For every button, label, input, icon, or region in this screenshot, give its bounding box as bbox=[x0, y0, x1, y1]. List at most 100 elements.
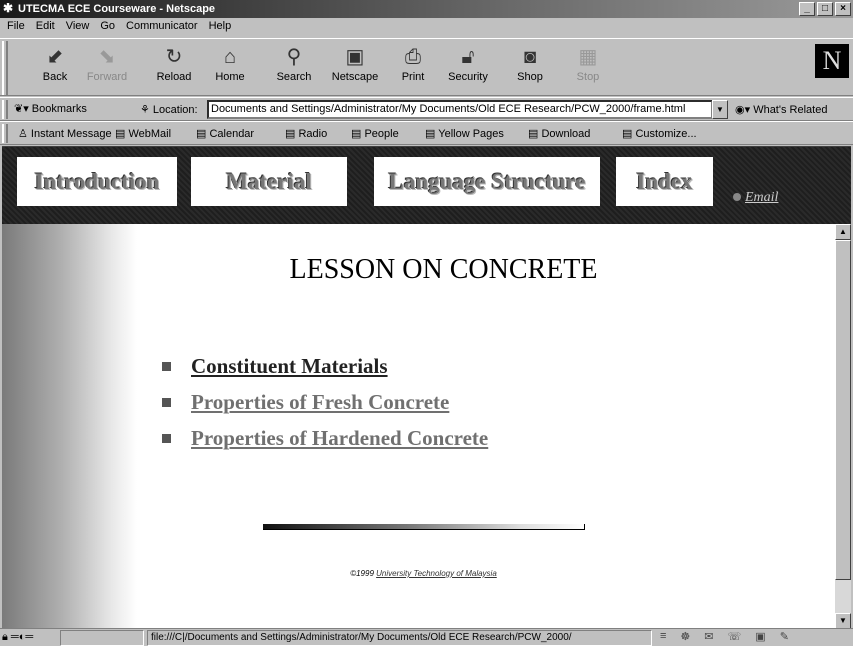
personal-toolbar: ♙ Instant Message ▤ WebMail ▤ Calendar ▤… bbox=[0, 121, 853, 145]
arrow-down-icon: ▼ bbox=[839, 616, 847, 625]
menu-view[interactable]: View bbox=[61, 18, 96, 36]
nav-material-button[interactable]: Material bbox=[191, 157, 347, 206]
email-link[interactable]: Email bbox=[733, 190, 778, 206]
netscape-app-icon: ✱ bbox=[3, 1, 14, 15]
scroll-up-button[interactable]: ▲ bbox=[835, 224, 851, 240]
instant-message-link[interactable]: ♙ Instant Message bbox=[18, 127, 112, 140]
grip-icon[interactable]: ≡ bbox=[660, 630, 666, 643]
mail-icon[interactable]: ✉ bbox=[704, 630, 713, 643]
customize-link[interactable]: ▤ Customize... bbox=[622, 127, 697, 140]
yellow-pages-link[interactable]: ▤ Yellow Pages bbox=[425, 127, 504, 140]
composer-icon[interactable]: ▣ bbox=[755, 630, 765, 643]
bookmark-page-icon: ▤ bbox=[425, 128, 439, 140]
copyright-text: ©1999 bbox=[350, 569, 377, 578]
menu-help[interactable]: Help bbox=[204, 18, 238, 36]
fresh-concrete-link[interactable]: Properties of Fresh Concrete bbox=[191, 390, 449, 415]
download-link[interactable]: ▤ Download bbox=[528, 127, 590, 140]
bookmarks-button[interactable]: ❦▾ Bookmarks bbox=[14, 102, 87, 115]
bookmark-page-icon: ▤ bbox=[285, 128, 299, 140]
calendar-label: Calendar bbox=[209, 128, 255, 140]
university-link[interactable]: University Technology of Malaysia bbox=[376, 569, 497, 578]
navigator-icon[interactable]: ☸ bbox=[680, 630, 690, 643]
menu-communicator[interactable]: Communicator bbox=[121, 18, 204, 36]
back-arrow-icon: ⬋ bbox=[46, 46, 64, 68]
home-button[interactable]: ⌂ Home bbox=[205, 43, 255, 83]
menu-file[interactable]: File bbox=[2, 18, 31, 36]
constituent-materials-link[interactable]: Constituent Materials bbox=[191, 354, 388, 379]
back-button[interactable]: ⬋ Back bbox=[30, 43, 80, 83]
title-bar: ✱ UTECMA ECE Courseware - Netscape _ □ × bbox=[0, 0, 853, 18]
hardened-concrete-link[interactable]: Properties of Hardened Concrete bbox=[191, 426, 488, 451]
stop-label: Stop bbox=[576, 71, 600, 83]
menu-edit[interactable]: Edit bbox=[31, 18, 61, 36]
customize-label: Customize... bbox=[635, 128, 697, 140]
scroll-down-button[interactable]: ▼ bbox=[835, 613, 851, 628]
toolbar-grip[interactable] bbox=[2, 41, 8, 95]
chevron-down-icon: ▼ bbox=[716, 105, 724, 114]
list-item: Constituent Materials bbox=[162, 348, 488, 384]
print-label: Print bbox=[401, 71, 425, 83]
nav-language-structure-button[interactable]: Language Structure bbox=[374, 157, 600, 206]
menu-go[interactable]: Go bbox=[95, 18, 121, 36]
edit-pen-icon[interactable]: ✎ bbox=[780, 630, 789, 643]
radio-link[interactable]: ▤ Radio bbox=[285, 127, 327, 140]
search-icon: ⚲ bbox=[286, 46, 302, 68]
shop-label: Shop bbox=[517, 71, 543, 83]
reload-label: Reload bbox=[156, 71, 192, 83]
people-label: People bbox=[364, 128, 399, 140]
print-button[interactable]: ⎙ Print bbox=[388, 43, 438, 83]
reload-button[interactable]: ↻ Reload bbox=[149, 43, 199, 83]
whats-related-button[interactable]: ◉▾ What's Related bbox=[735, 103, 827, 116]
webmail-link[interactable]: ▤ WebMail bbox=[115, 127, 171, 140]
nav-frame: Introduction Material Language Structure… bbox=[2, 147, 851, 224]
maximize-button[interactable]: □ bbox=[817, 2, 833, 16]
bookmarks-label: Bookmarks bbox=[31, 103, 87, 115]
personal-grip[interactable] bbox=[2, 124, 8, 143]
location-label-text: Location: bbox=[152, 104, 198, 116]
person-icon: ♙ bbox=[18, 128, 31, 140]
location-input[interactable]: Documents and Settings/Administrator/My … bbox=[207, 100, 713, 119]
minimize-button[interactable]: _ bbox=[799, 2, 815, 16]
location-dropdown[interactable]: ▼ bbox=[712, 100, 728, 119]
square-bullet-icon bbox=[162, 397, 171, 407]
stop-icon: ▦ bbox=[578, 46, 598, 68]
main-frame: LESSON ON CONCRETE Constituent Materials… bbox=[2, 224, 835, 628]
scroll-thumb[interactable] bbox=[835, 240, 851, 580]
arrow-up-icon: ▲ bbox=[839, 227, 847, 236]
bookmark-page-icon: ▤ bbox=[351, 128, 365, 140]
webmail-label: WebMail bbox=[128, 128, 172, 140]
related-icon: ◉▾ bbox=[735, 104, 754, 116]
radio-label: Radio bbox=[298, 128, 328, 140]
people-link[interactable]: ▤ People bbox=[351, 127, 399, 140]
page-content: Introduction Material Language Structure… bbox=[2, 146, 851, 628]
square-bullet-icon bbox=[162, 433, 171, 443]
forward-button[interactable]: ⬊ Forward bbox=[82, 43, 132, 83]
forward-arrow-icon: ⬊ bbox=[98, 46, 116, 68]
location-grip[interactable] bbox=[2, 100, 8, 119]
security-button[interactable]: 🔓︎ Security bbox=[443, 43, 493, 83]
security-status-icon[interactable]: 🔒︎ ═◐═ bbox=[2, 631, 33, 644]
gradient-divider bbox=[263, 524, 585, 530]
nav-index-button[interactable]: Index bbox=[616, 157, 713, 206]
search-button[interactable]: ⚲ Search bbox=[269, 43, 319, 83]
discussion-icon[interactable]: ☏ bbox=[728, 630, 742, 643]
bookmark-page-icon: ▤ bbox=[528, 128, 542, 140]
calendar-link[interactable]: ▤ Calendar bbox=[196, 127, 254, 140]
status-bar: 🔒︎ ═◐═ file:///C|/Documents and Settings… bbox=[0, 628, 853, 646]
nav-introduction-button[interactable]: Introduction bbox=[17, 157, 177, 206]
vertical-scrollbar[interactable]: ▲ ▼ bbox=[835, 224, 851, 628]
window-title: UTECMA ECE Courseware - Netscape bbox=[18, 3, 216, 15]
shop-button[interactable]: ◙ Shop bbox=[505, 43, 555, 83]
location-toolbar: ❦▾ Bookmarks ⚘ Location: Documents and S… bbox=[0, 97, 853, 121]
download-label: Download bbox=[541, 128, 591, 140]
bookmark-page-icon: ▤ bbox=[622, 128, 636, 140]
netscape-button[interactable]: ▣ Netscape bbox=[330, 43, 380, 83]
browser-window: ✱ UTECMA ECE Courseware - Netscape _ □ ×… bbox=[0, 0, 853, 646]
component-bar: ≡ ☸ ✉ ☏ ▣ ✎ bbox=[660, 630, 789, 643]
netscape-logo[interactable]: N bbox=[815, 44, 849, 78]
security-label: Security bbox=[448, 71, 488, 83]
shop-icon: ◙ bbox=[523, 46, 537, 68]
close-button[interactable]: × bbox=[835, 2, 851, 16]
lock-icon: 🔓︎ bbox=[461, 46, 475, 68]
stop-button[interactable]: ▦ Stop bbox=[563, 43, 613, 83]
